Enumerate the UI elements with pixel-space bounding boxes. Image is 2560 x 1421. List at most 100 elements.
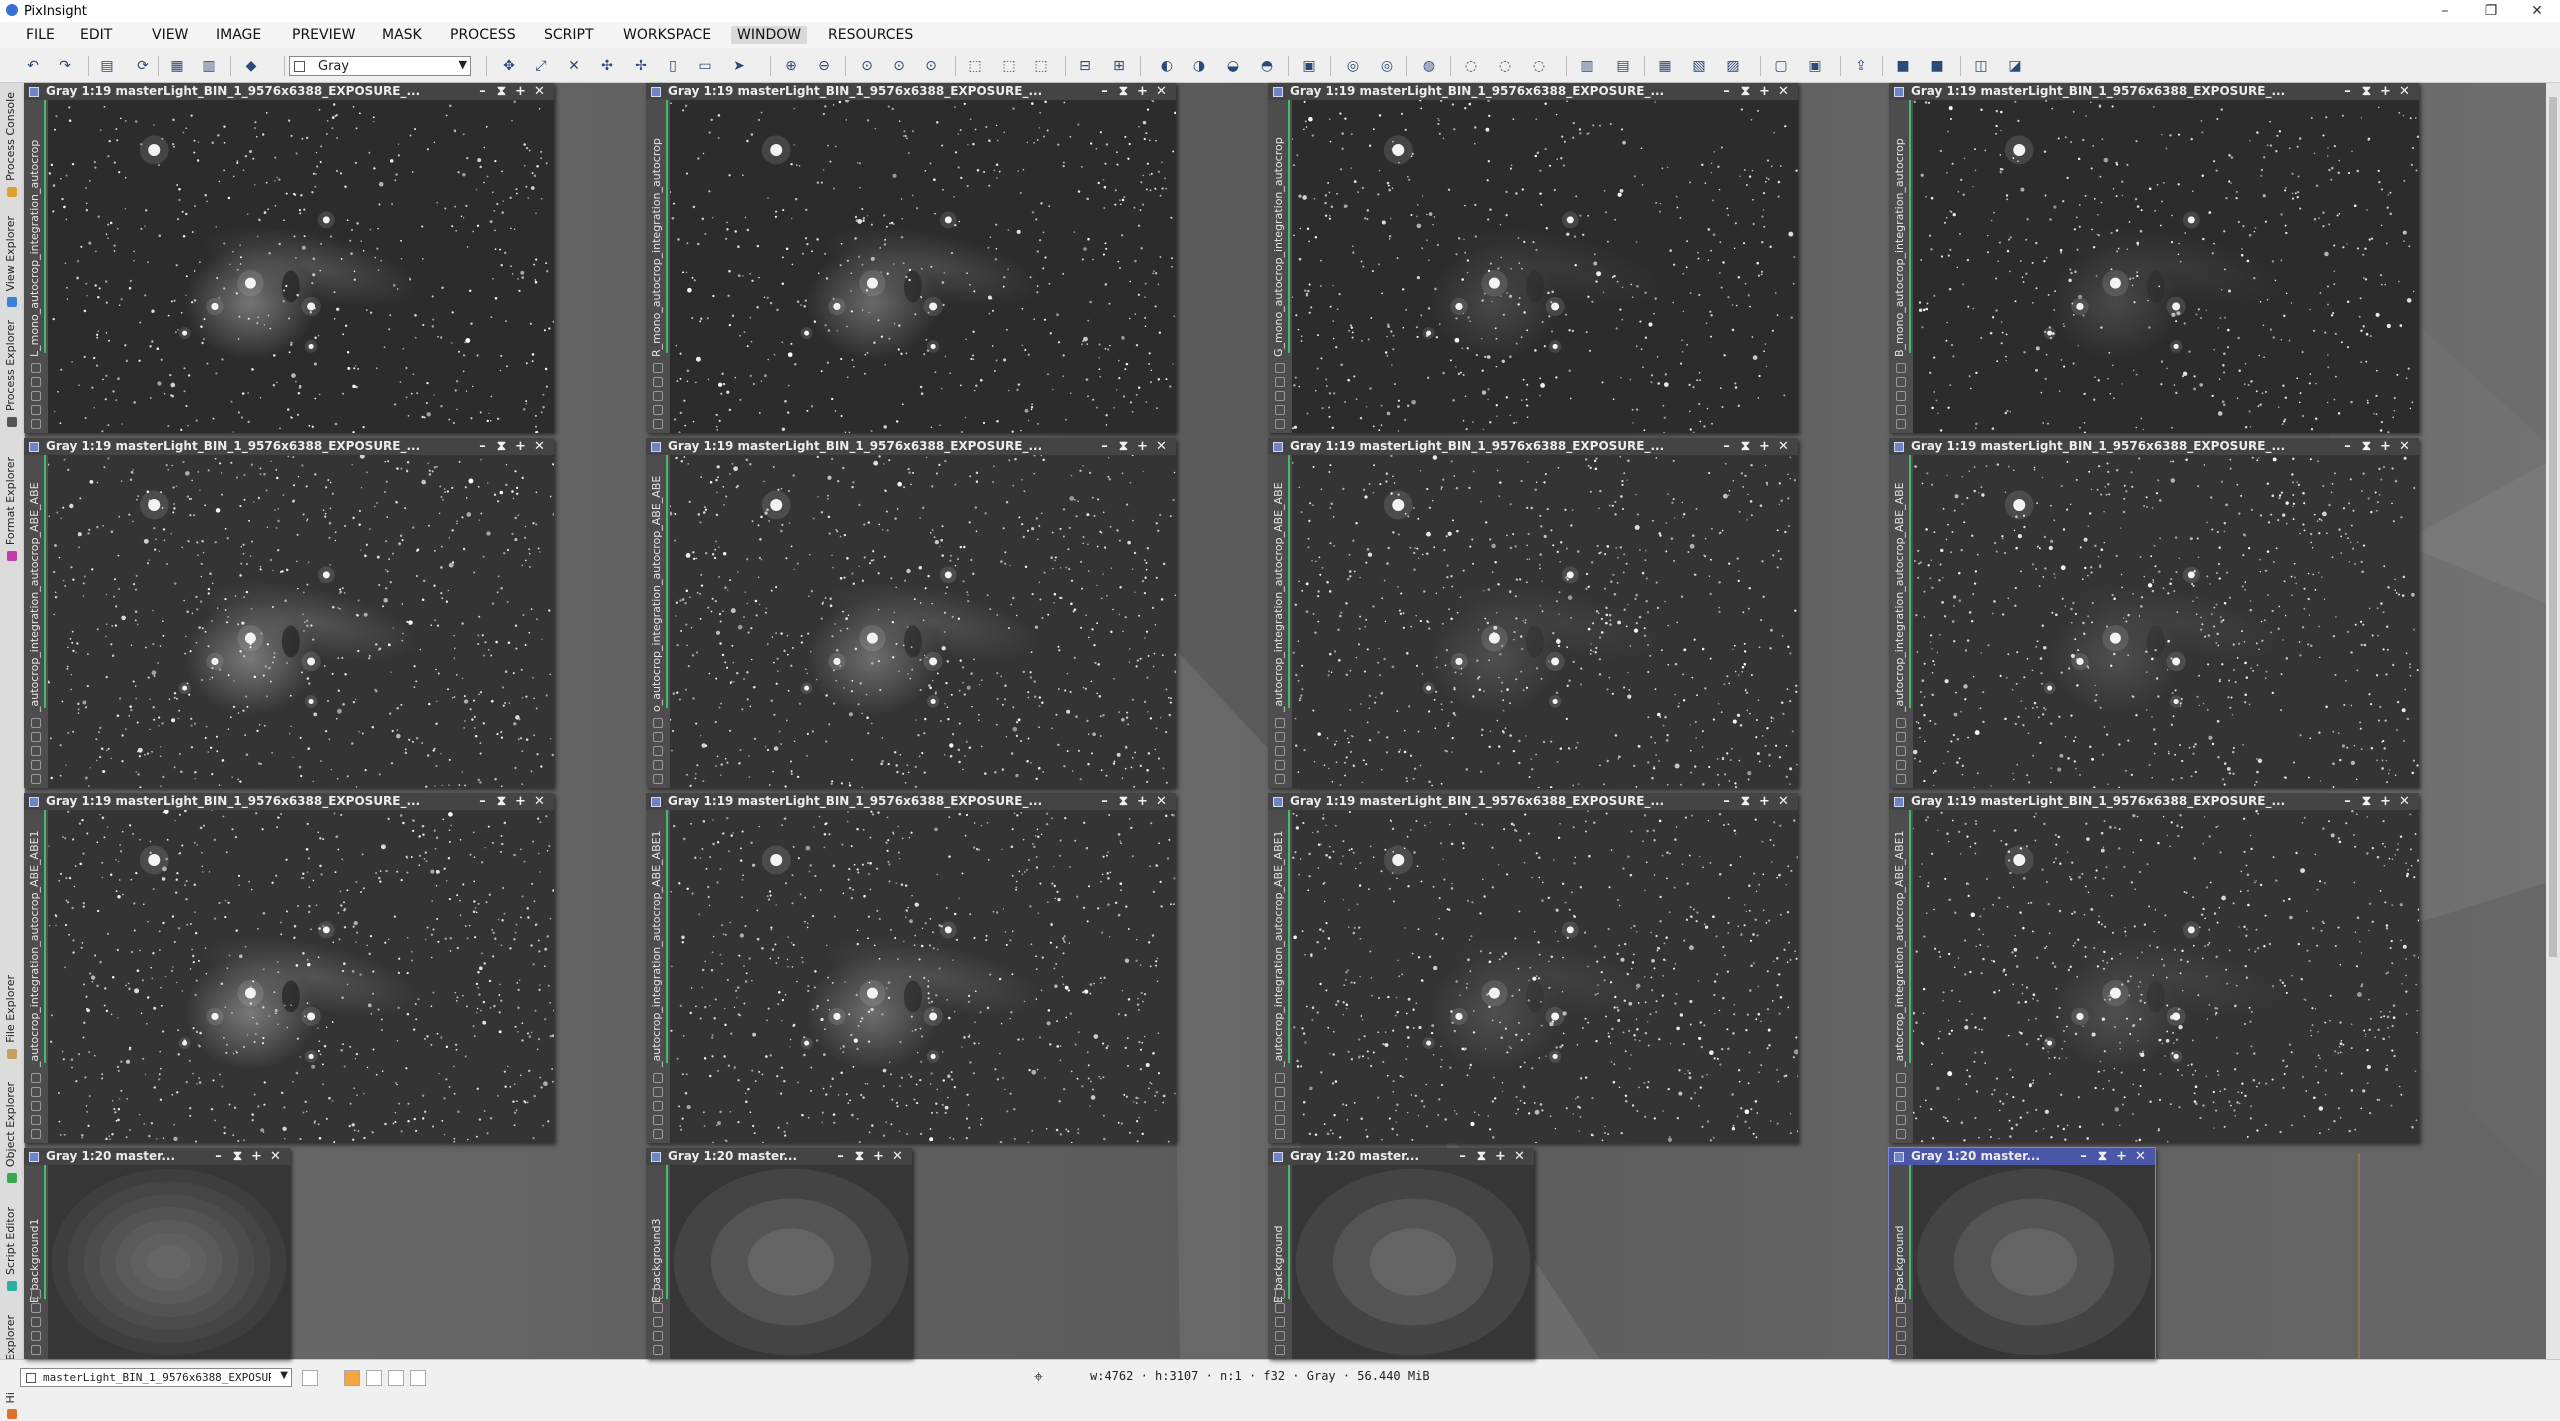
menu-image[interactable]: IMAGE (210, 26, 267, 44)
maximize-icon[interactable]: + (870, 1148, 887, 1165)
link-icon[interactable] (653, 1317, 663, 1327)
close-icon[interactable]: ✕ (1153, 793, 1170, 810)
side-tab-view-explorer[interactable]: View Explorer (0, 203, 24, 309)
stop-icon[interactable]: ■ (1928, 57, 1946, 75)
mask-icon[interactable] (653, 1087, 663, 1097)
pin-icon[interactable] (1275, 1115, 1285, 1125)
side-tab-process-explorer[interactable]: Process Explorer (0, 317, 24, 429)
pin-icon[interactable] (653, 1115, 663, 1125)
process-icon[interactable]: ◍ (1420, 57, 1438, 75)
link-icon[interactable] (1275, 1317, 1285, 1327)
pin-icon[interactable] (1896, 1115, 1906, 1125)
image-window[interactable]: Gray 1:19 masterLight_BIN_1_9576x6388_EX… (24, 793, 554, 1143)
mask-icon[interactable] (31, 1087, 41, 1097)
lock-icon[interactable] (653, 1289, 663, 1299)
preview-icon[interactable]: ⬚ (966, 57, 984, 75)
image-window[interactable]: Gray 1:20 master...–⧗+✕E_background1 (24, 1148, 290, 1359)
shade-icon[interactable]: ⧗ (1115, 438, 1132, 455)
link-icon[interactable] (1275, 1101, 1285, 1111)
image-window-title-bar[interactable]: Gray 1:19 masterLight_BIN_1_9576x6388_EX… (24, 438, 554, 455)
image-window[interactable]: Gray 1:19 masterLight_BIN_1_9576x6388_EX… (646, 793, 1176, 1143)
mask-icon[interactable] (1896, 1303, 1906, 1313)
lock-icon[interactable] (653, 363, 663, 373)
menu-edit[interactable]: EDIT (74, 26, 118, 44)
shade-icon[interactable]: ⧗ (1115, 83, 1132, 100)
mask-icon[interactable]: ◑ (1190, 57, 1208, 75)
astro-image[interactable] (1292, 100, 1798, 433)
image-window[interactable]: Gray 1:20 master...–⧗+✕E_background3 (646, 1148, 912, 1359)
shade-icon[interactable]: ⧗ (493, 83, 510, 100)
maximize-icon[interactable]: + (1492, 1148, 1509, 1165)
astro-image[interactable] (48, 810, 554, 1143)
panel-icon[interactable]: ▧ (1690, 57, 1708, 75)
background-model-image[interactable] (1913, 1165, 2155, 1359)
image-properties-icon[interactable]: ▤ (98, 57, 116, 75)
minimize-icon[interactable]: – (1096, 83, 1113, 100)
readout-mode-orange[interactable] (344, 1370, 360, 1386)
link-icon[interactable] (1275, 746, 1285, 756)
minimize-icon[interactable]: – (2075, 1148, 2092, 1165)
minimize-icon[interactable]: – (1096, 793, 1113, 810)
image-window-title-bar[interactable]: Gray 1:19 masterLight_BIN_1_9576x6388_EX… (24, 793, 554, 810)
lock-icon[interactable] (31, 363, 41, 373)
side-tab-script-editor[interactable]: Script Editor (0, 1193, 24, 1293)
menu-file[interactable]: FILE (20, 26, 61, 44)
image-window[interactable]: Gray 1:19 masterLight_BIN_1_9576x6388_EX… (646, 83, 1176, 433)
minimize-icon[interactable]: – (1718, 438, 1735, 455)
screen-icon[interactable]: ◫ (1972, 57, 1990, 75)
image-window-title-bar[interactable]: Gray 1:19 masterLight_BIN_1_9576x6388_EX… (1889, 438, 2419, 455)
mask-icon[interactable] (1896, 732, 1906, 742)
pin-icon[interactable] (31, 405, 41, 415)
lock-icon[interactable] (31, 718, 41, 728)
store-icon[interactable]: ▦ (168, 57, 186, 75)
minimize-icon[interactable]: – (474, 438, 491, 455)
mask-icon[interactable]: ◓ (1258, 57, 1276, 75)
menu-view[interactable]: VIEW (146, 26, 194, 44)
mask-icon[interactable] (31, 732, 41, 742)
settings-icon[interactable] (1275, 774, 1285, 784)
image-window-title-bar[interactable]: Gray 1:19 masterLight_BIN_1_9576x6388_EX… (1889, 83, 2419, 100)
shade-icon[interactable]: ⧗ (2358, 83, 2375, 100)
shade-icon[interactable]: ⧗ (493, 438, 510, 455)
minimize-icon[interactable]: – (1454, 1148, 1471, 1165)
image-window-title-bar[interactable]: Gray 1:19 masterLight_BIN_1_9576x6388_EX… (1268, 83, 1798, 100)
minimize-icon[interactable]: – (1718, 793, 1735, 810)
pin-icon[interactable] (31, 1115, 41, 1125)
astro-image[interactable] (1292, 455, 1798, 788)
mask-icon[interactable] (1275, 1303, 1285, 1313)
lock-icon[interactable] (31, 1073, 41, 1083)
process-icon[interactable]: ◎ (1378, 57, 1396, 75)
maximize-icon[interactable]: + (1134, 438, 1151, 455)
image-window[interactable]: Gray 1:19 masterLight_BIN_1_9576x6388_EX… (1268, 83, 1798, 433)
settings-icon[interactable] (1275, 419, 1285, 429)
menu-window[interactable]: WINDOW (731, 26, 807, 44)
settings-icon[interactable] (1896, 419, 1906, 429)
close-icon[interactable]: ✕ (1775, 793, 1792, 810)
image-window-title-bar[interactable]: Gray 1:19 masterLight_BIN_1_9576x6388_EX… (1268, 438, 1798, 455)
zoom-out-icon[interactable]: ⊖ (815, 57, 833, 75)
close-icon[interactable]: ✕ (531, 83, 548, 100)
image-window[interactable]: Gray 1:19 masterLight_BIN_1_9576x6388_EX… (1889, 793, 2419, 1143)
pin-icon[interactable] (31, 1331, 41, 1341)
explore-mode-icon[interactable] (302, 1370, 318, 1386)
image-window-title-bar[interactable]: Gray 1:19 masterLight_BIN_1_9576x6388_EX… (646, 438, 1176, 455)
pin-icon[interactable] (1275, 1331, 1285, 1341)
link-icon[interactable] (1896, 746, 1906, 756)
image-window-title-bar[interactable]: Gray 1:19 masterLight_BIN_1_9576x6388_EX… (646, 793, 1176, 810)
maximize-icon[interactable]: + (2113, 1148, 2130, 1165)
readout-mode-3[interactable] (388, 1370, 404, 1386)
image-window[interactable]: Gray 1:19 masterLight_BIN_1_9576x6388_EX… (1889, 83, 2419, 433)
screen-icon[interactable]: ▣ (1300, 57, 1318, 75)
shade-icon[interactable]: ⧗ (1473, 1148, 1490, 1165)
minimize-icon[interactable]: – (474, 793, 491, 810)
link-icon[interactable] (31, 1317, 41, 1327)
link-icon[interactable] (31, 1101, 41, 1111)
fit-view-icon[interactable]: ✕ (565, 57, 583, 75)
image-window[interactable]: Gray 1:20 master...–⧗+✕E_background (1268, 1148, 1534, 1359)
maximize-icon[interactable]: + (2377, 83, 2394, 100)
astro-image[interactable] (1913, 455, 2419, 788)
preview-icon[interactable]: ⬚ (1032, 57, 1050, 75)
shade-icon[interactable]: ⧗ (1737, 793, 1754, 810)
mask-icon[interactable] (653, 732, 663, 742)
lock-icon[interactable] (653, 1073, 663, 1083)
